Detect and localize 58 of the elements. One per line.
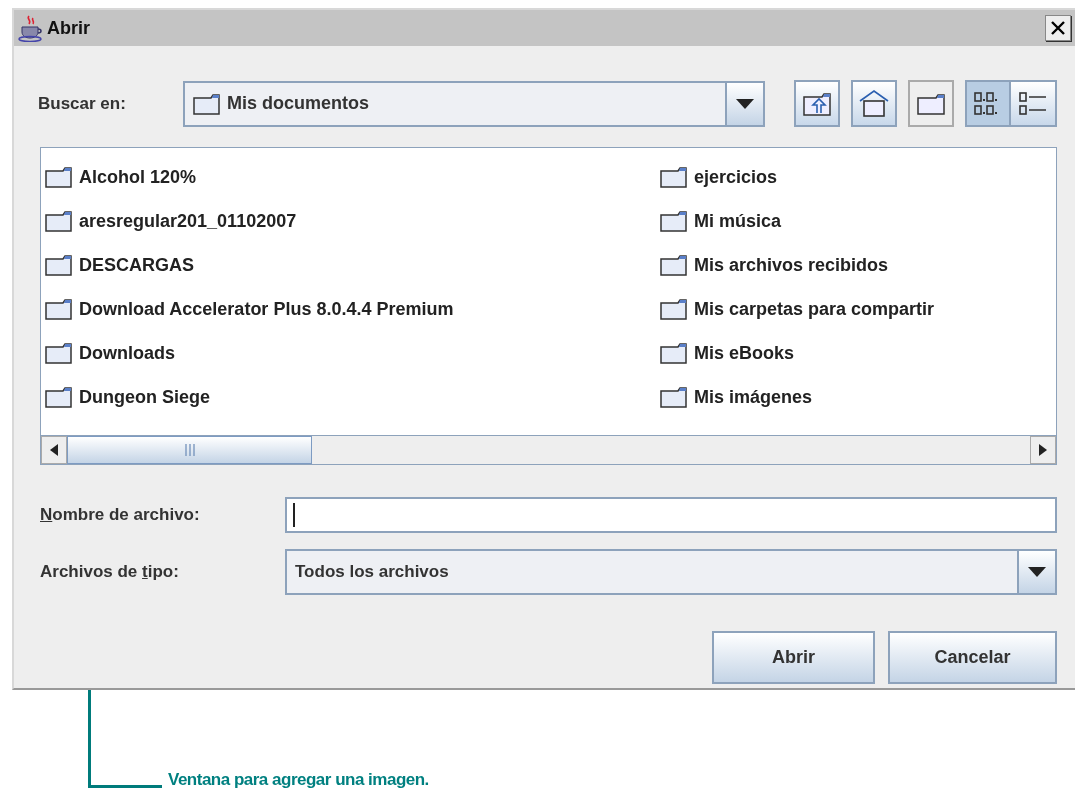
file-item[interactable]: aresregular201_01102007 — [79, 207, 297, 235]
home-button[interactable] — [851, 80, 897, 127]
folder-icon — [660, 254, 688, 276]
file-item[interactable]: ejercicios — [694, 163, 778, 191]
up-folder-button[interactable] — [794, 80, 840, 127]
window-title: Abrir — [47, 16, 90, 40]
right-arrow-icon — [1039, 444, 1047, 456]
cancel-button[interactable]: Cancelar — [888, 631, 1057, 684]
coffee-cup-icon — [18, 14, 44, 42]
folder-icon — [916, 91, 946, 116]
caret-icon — [1028, 567, 1046, 577]
folder-icon — [660, 298, 688, 320]
file-type-label: Archivos de tipo: — [40, 561, 180, 584]
grip-icon — [184, 444, 195, 456]
selected-folder-text: Mis documentos — [227, 92, 369, 115]
scrollbar-thumb[interactable] — [67, 436, 312, 464]
file-item[interactable]: Downloads — [79, 339, 175, 367]
folder-icon — [193, 92, 221, 115]
horizontal-scrollbar[interactable] — [41, 435, 1056, 464]
file-item[interactable]: Mis archivos recibidos — [694, 251, 889, 279]
folder-icon — [45, 386, 73, 408]
file-item[interactable]: Mis imágenes — [694, 383, 813, 411]
details-view-icon — [1018, 90, 1048, 117]
new-folder-button[interactable] — [908, 80, 954, 127]
folder-icon — [660, 166, 688, 188]
file-name-field[interactable] — [285, 497, 1057, 533]
file-item[interactable]: Mis eBooks — [694, 339, 795, 367]
house-icon — [858, 88, 890, 119]
look-in-label: Buscar en: — [38, 92, 127, 115]
close-button[interactable] — [1045, 15, 1071, 41]
file-item[interactable]: Mi música — [694, 207, 782, 235]
details-view-button[interactable] — [1011, 80, 1057, 127]
annotation-text: Ventana para agregar una imagen. — [168, 768, 429, 791]
open-button[interactable]: Abrir — [712, 631, 875, 684]
folder-up-icon — [802, 90, 832, 117]
folder-icon — [660, 386, 688, 408]
folder-icon — [45, 342, 73, 364]
folder-icon — [660, 210, 688, 232]
folder-icon — [45, 254, 73, 276]
file-item[interactable]: DESCARGAS — [79, 251, 194, 279]
folder-icon — [660, 342, 688, 364]
close-icon — [1050, 20, 1066, 36]
file-item[interactable]: Mis carpetas para compartir — [694, 295, 935, 323]
left-arrow-icon — [50, 444, 58, 456]
scroll-left-button[interactable] — [41, 436, 67, 464]
folder-icon — [45, 298, 73, 320]
folder-icon — [45, 210, 73, 232]
scroll-right-button[interactable] — [1030, 436, 1056, 464]
caret-icon — [736, 98, 754, 109]
list-view-button[interactable] — [965, 80, 1011, 127]
look-in-dropdown[interactable]: Mis documentos — [183, 80, 765, 127]
file-item[interactable]: Dungeon Siege — [79, 383, 210, 411]
selected-type-text: Todos los archivos — [294, 561, 450, 584]
file-name-label: Nombre de archivo: — [40, 504, 201, 527]
file-item[interactable]: Alcohol 120% — [79, 163, 197, 191]
file-type-dropdown[interactable]: Todos los archivos — [285, 549, 1057, 595]
file-item[interactable]: Download Accelerator Plus 8.0.4.4 Premium — [79, 295, 454, 323]
folder-icon — [45, 166, 73, 188]
